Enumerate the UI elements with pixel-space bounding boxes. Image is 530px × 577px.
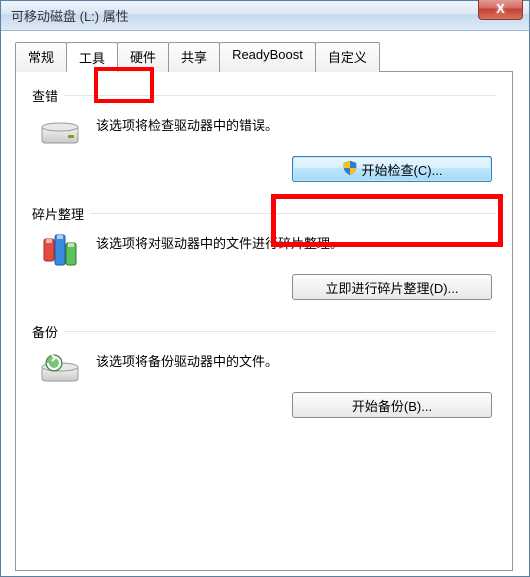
- start-check-button[interactable]: 开始检查(C)...: [292, 156, 492, 182]
- tab-hardware[interactable]: 硬件: [117, 42, 169, 72]
- group-title-backup: 备份: [32, 322, 64, 341]
- tab-panel-tools: 查错: [15, 71, 513, 571]
- group-header: 碎片整理: [32, 204, 496, 223]
- tab-general[interactable]: 常规: [15, 42, 67, 72]
- group-backup: 备份: [32, 322, 496, 418]
- group-divider: [64, 331, 496, 332]
- group-divider: [90, 213, 496, 214]
- defrag-icon: [38, 229, 82, 273]
- group-divider: [64, 95, 496, 96]
- window-title: 可移动磁盘 (L:) 属性: [11, 6, 129, 25]
- tab-strip: 常规 工具 硬件 共享 ReadyBoost 自定义: [15, 41, 515, 71]
- backup-desc: 该选项将备份驱动器中的文件。: [96, 351, 496, 370]
- group-title-check: 查错: [32, 86, 64, 105]
- titlebar[interactable]: 可移动磁盘 (L:) 属性 X: [1, 1, 529, 31]
- start-check-label: 开始检查(C)...: [362, 160, 443, 179]
- start-backup-label: 开始备份(B)...: [352, 396, 432, 415]
- backup-icon: [38, 347, 82, 391]
- drive-check-icon: [38, 111, 82, 155]
- close-button[interactable]: X: [478, 0, 523, 20]
- start-backup-button[interactable]: 开始备份(B)...: [292, 392, 492, 418]
- client-area: 常规 工具 硬件 共享 ReadyBoost 自定义 查错: [1, 31, 529, 576]
- tab-tools[interactable]: 工具: [66, 42, 118, 72]
- group-defrag: 碎片整理 该选项将对: [32, 204, 496, 300]
- tab-sharing[interactable]: 共享: [168, 42, 220, 72]
- defrag-now-label: 立即进行碎片整理(D)...: [326, 278, 459, 297]
- group-header: 查错: [32, 86, 496, 105]
- check-desc: 该选项将检查驱动器中的错误。: [96, 115, 496, 134]
- tab-readyboost[interactable]: ReadyBoost: [219, 42, 316, 72]
- defrag-desc: 该选项将对驱动器中的文件进行碎片整理。: [96, 233, 496, 252]
- shield-icon: [342, 160, 358, 179]
- defrag-now-button[interactable]: 立即进行碎片整理(D)...: [292, 274, 492, 300]
- close-icon: X: [496, 1, 505, 16]
- group-title-defrag: 碎片整理: [32, 204, 90, 223]
- group-error-checking: 查错: [32, 86, 496, 182]
- group-header: 备份: [32, 322, 496, 341]
- properties-window: 可移动磁盘 (L:) 属性 X 常规 工具 硬件 共享 ReadyBoost 自…: [0, 0, 530, 577]
- tab-custom[interactable]: 自定义: [315, 42, 380, 72]
